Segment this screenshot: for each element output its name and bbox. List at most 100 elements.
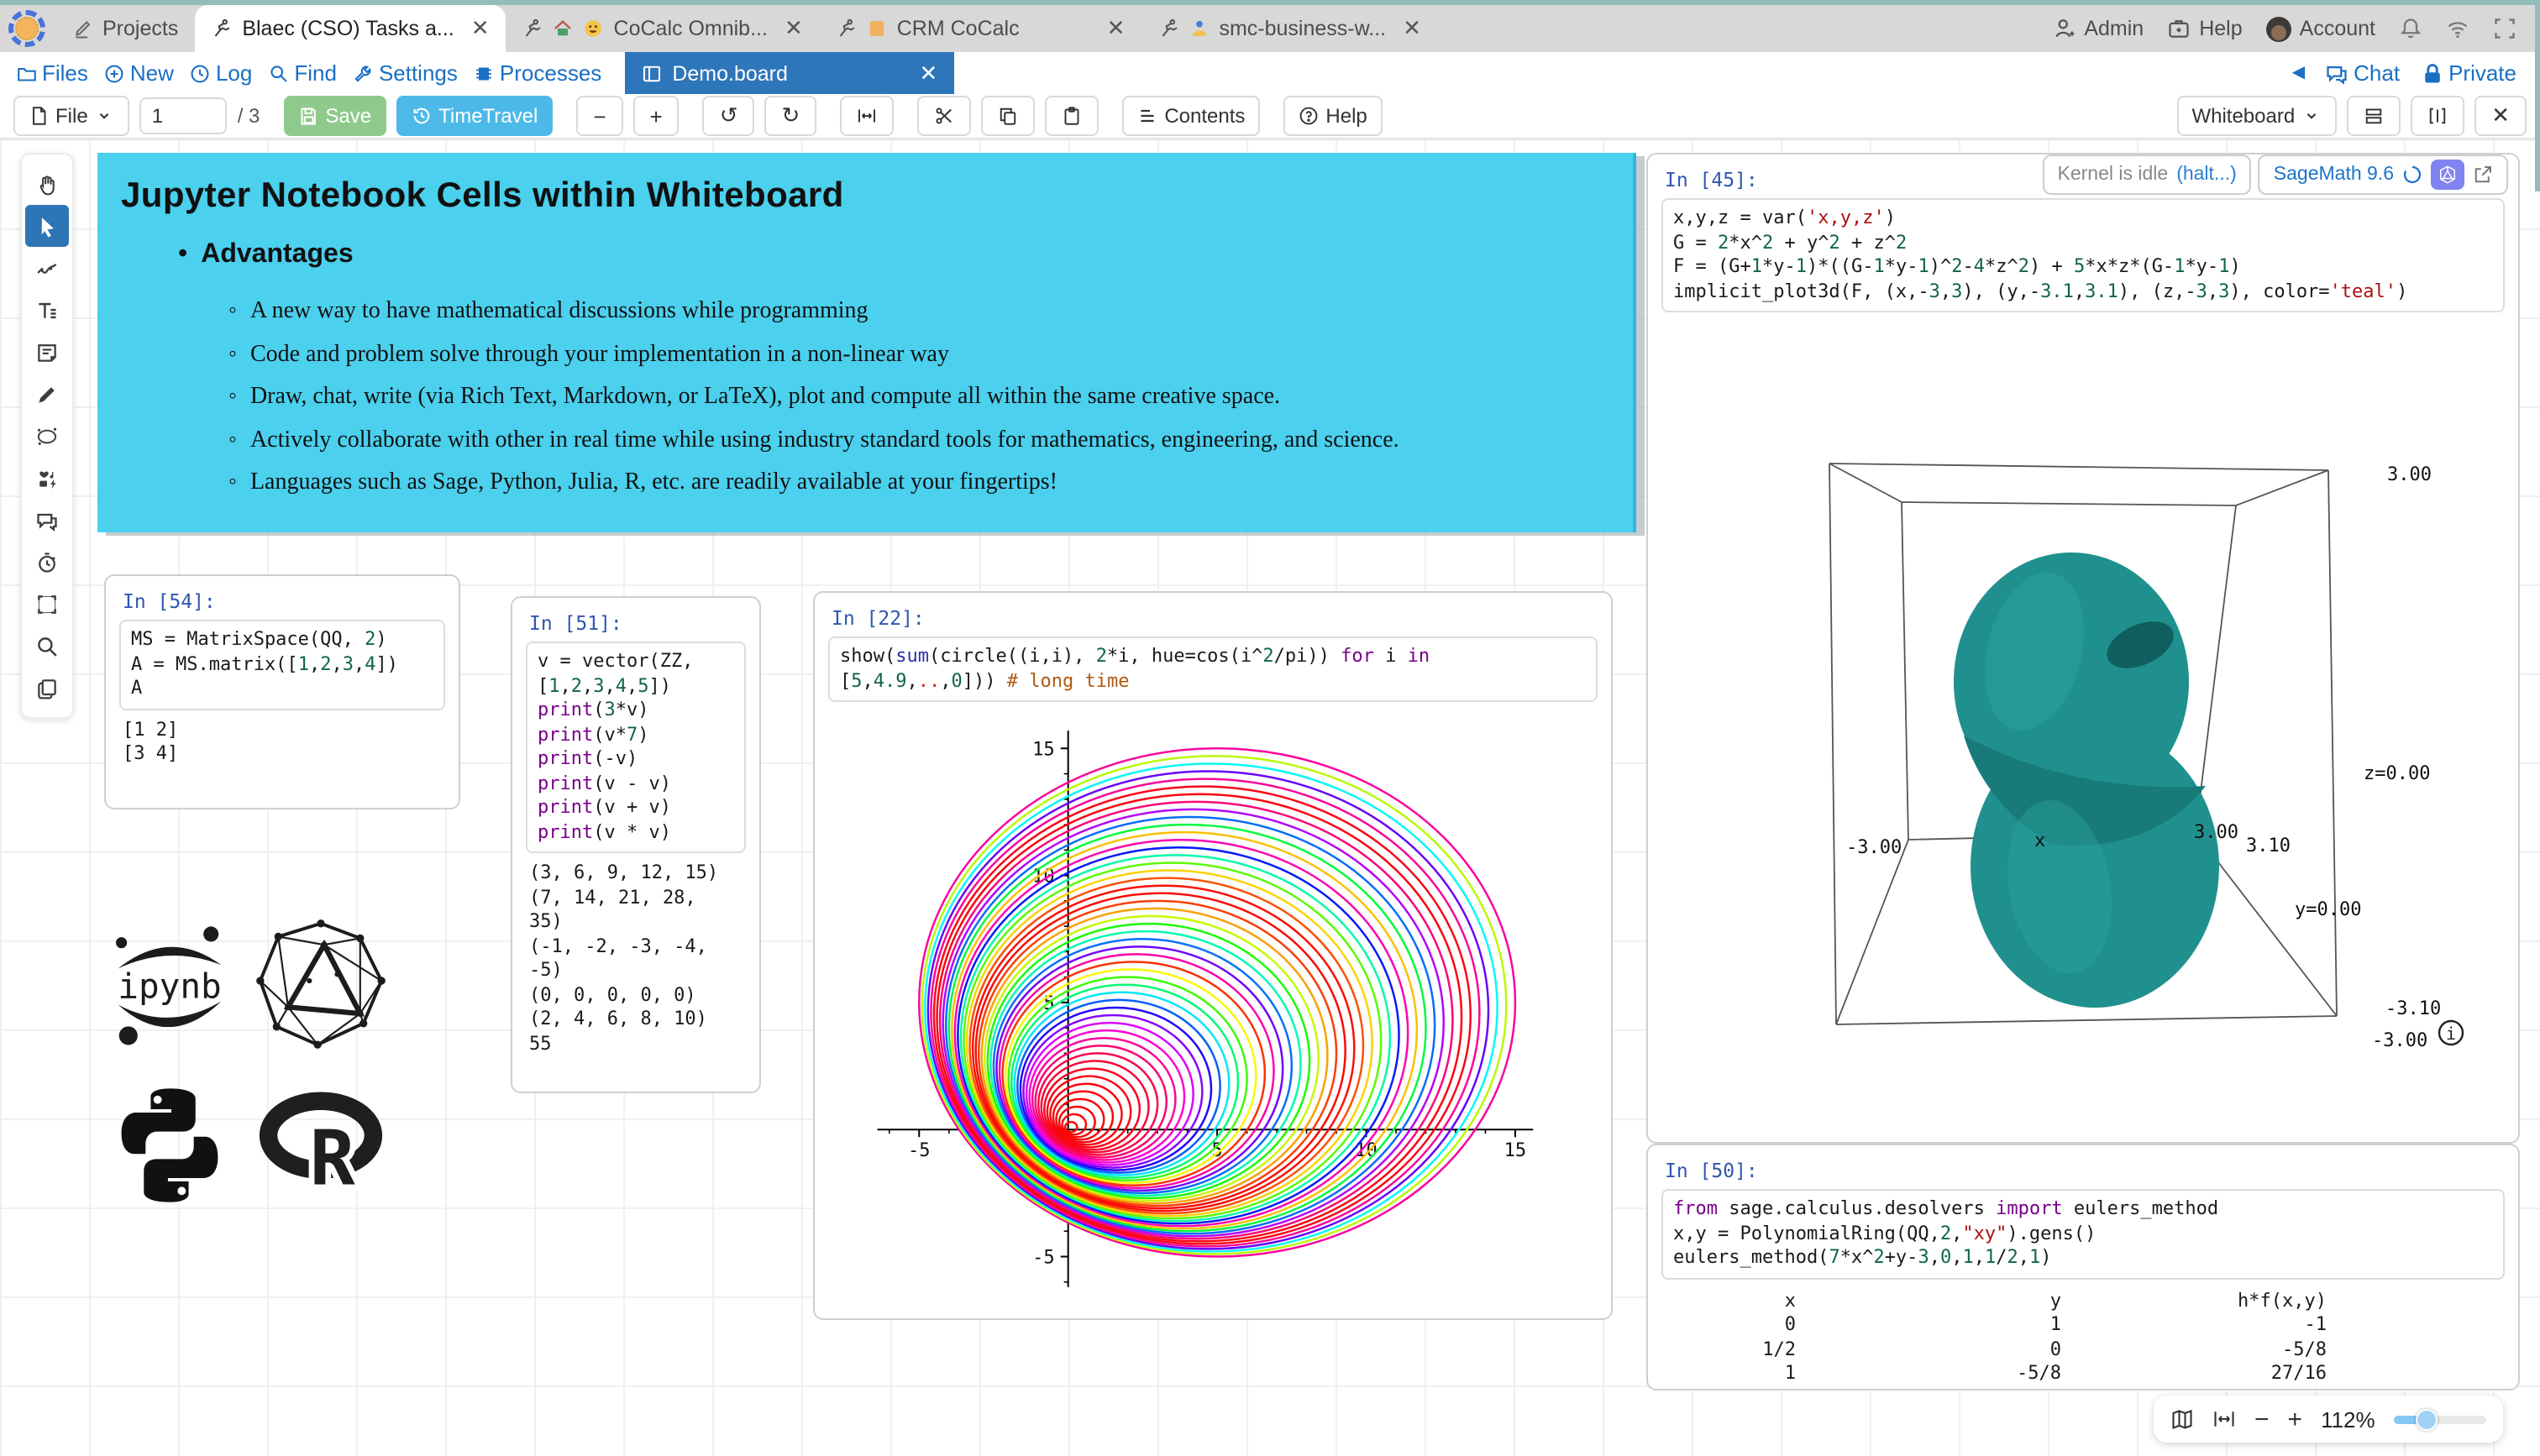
close-icon[interactable]: ✕ bbox=[1403, 15, 1421, 42]
fit-width-icon[interactable] bbox=[2212, 1407, 2236, 1431]
cell-in50[interactable]: In [50]: from sage.calculus.desolvers im… bbox=[1646, 1144, 2520, 1391]
code-input[interactable]: show(sum(circle((i,i), 2*i, hue=cos(i^2/… bbox=[828, 636, 1598, 702]
copy-button[interactable] bbox=[981, 96, 1035, 136]
file-tab-demo-board[interactable]: Demo.board ✕ bbox=[625, 52, 954, 94]
private-button[interactable]: Private bbox=[2420, 60, 2516, 86]
kernel-select[interactable]: SageMath 9.6 bbox=[2259, 155, 2508, 195]
tab-crm-cocalc[interactable]: CRM CoCalc ✕ bbox=[820, 5, 1142, 52]
cell-in54[interactable]: In [54]: MS = MatrixSpace(QQ, 2)A = MS.m… bbox=[104, 574, 460, 809]
zoom-slider[interactable] bbox=[2394, 1415, 2486, 1423]
close-icon[interactable]: ✕ bbox=[785, 15, 803, 42]
timetravel-button[interactable]: TimeTravel bbox=[396, 96, 553, 136]
contents-button[interactable]: Contents bbox=[1122, 96, 1260, 136]
frame-type-dropdown[interactable]: Whiteboard bbox=[2176, 96, 2337, 136]
clock-icon bbox=[191, 63, 211, 83]
code-input[interactable]: x,y,z = var('x,y,z')G = 2*x^2 + y^2 + z^… bbox=[1661, 198, 2505, 312]
admin-button[interactable]: Admin bbox=[2052, 17, 2144, 40]
undo-button[interactable]: ↺ bbox=[703, 96, 755, 136]
help-button-toolbar[interactable]: Help bbox=[1283, 96, 1382, 136]
nav-files[interactable]: Files bbox=[17, 60, 88, 86]
wrench-icon bbox=[354, 63, 374, 83]
nav-new[interactable]: New bbox=[105, 60, 174, 86]
code-input[interactable]: v = vector(ZZ,[1,2,3,4,5])print(3*v)prin… bbox=[526, 642, 746, 853]
spinner-icon bbox=[2402, 165, 2422, 185]
timer-tool[interactable] bbox=[25, 541, 69, 583]
copy-icon bbox=[998, 106, 1018, 126]
paste-button[interactable] bbox=[1045, 96, 1099, 136]
nav-processes[interactable]: Processes bbox=[475, 60, 601, 86]
page-number-input[interactable] bbox=[140, 97, 228, 134]
chat-button[interactable]: Chat bbox=[2325, 60, 2400, 86]
avatar bbox=[2266, 16, 2291, 41]
chat-tool[interactable] bbox=[25, 499, 69, 541]
info-icon[interactable]: i bbox=[2439, 1021, 2463, 1045]
frame-tool[interactable] bbox=[25, 583, 69, 625]
close-icon[interactable]: ✕ bbox=[1107, 15, 1126, 42]
polytope-logo[interactable] bbox=[255, 919, 386, 1050]
bell-icon[interactable] bbox=[2399, 17, 2422, 40]
tab-projects[interactable]: Projects bbox=[55, 5, 195, 52]
close-frame-button[interactable]: ✕ bbox=[2474, 96, 2527, 136]
cell-in51[interactable]: In [51]: v = vector(ZZ,[1,2,3,4,5])print… bbox=[511, 596, 761, 1093]
zoom-out-button[interactable]: − bbox=[576, 96, 622, 136]
code-input[interactable]: from sage.calculus.desolvers import eule… bbox=[1661, 1189, 2505, 1279]
tab-blaec-tasks[interactable]: Blaec (CSO) Tasks a... ✕ bbox=[195, 5, 506, 52]
nav-find[interactable]: Find bbox=[269, 60, 337, 86]
tab-cocalc-omnib[interactable]: CoCalc Omnib... ✕ bbox=[506, 5, 820, 52]
smiley-icon bbox=[584, 18, 604, 39]
redo-button[interactable]: ↻ bbox=[765, 96, 817, 136]
close-icon[interactable]: ✕ bbox=[920, 60, 938, 86]
halt-link[interactable]: (halt...) bbox=[2176, 165, 2237, 185]
external-link-icon[interactable] bbox=[2473, 165, 2493, 185]
whiteboard-canvas[interactable]: Jupyter Notebook Cells within Whiteboard… bbox=[0, 139, 2540, 1456]
pen-tool[interactable] bbox=[25, 373, 69, 415]
cell-in22[interactable]: In [22]: show(sum(circle((i,i), 2*i, hue… bbox=[813, 591, 1613, 1320]
select-tool[interactable] bbox=[25, 205, 69, 247]
kernel-bar: Kernel is idle (halt...) SageMath 9.6 bbox=[2043, 155, 2509, 195]
text-tool[interactable] bbox=[25, 289, 69, 331]
jupyter-cell-tool[interactable] bbox=[25, 415, 69, 457]
collapse-caret-icon[interactable]: ◀ bbox=[2292, 64, 2305, 82]
zoom-in-icon[interactable]: + bbox=[2288, 1405, 2303, 1433]
lock-icon bbox=[2420, 61, 2443, 85]
close-icon[interactable]: ✕ bbox=[471, 15, 490, 42]
cocalc-logo-icon[interactable] bbox=[8, 10, 45, 47]
account-button[interactable]: Account bbox=[2266, 16, 2375, 41]
split-horizontal-button[interactable] bbox=[2347, 96, 2401, 136]
python-logo[interactable] bbox=[101, 1076, 239, 1214]
zoom-out-icon[interactable]: − bbox=[2254, 1405, 2270, 1433]
topbar-right: Admin Help Account bbox=[2052, 5, 2540, 52]
zoom-in-button[interactable]: + bbox=[633, 96, 680, 136]
pages-tool[interactable] bbox=[25, 667, 69, 709]
pan-tool[interactable] bbox=[25, 163, 69, 205]
sticky-note[interactable]: Jupyter Notebook Cells within Whiteboard… bbox=[97, 153, 1636, 532]
file-menu-button[interactable]: File bbox=[13, 96, 130, 136]
note-tool[interactable] bbox=[25, 331, 69, 373]
search-tool[interactable] bbox=[25, 625, 69, 667]
cell-in45[interactable]: In [45]: Kernel is idle (halt...) SageMa… bbox=[1646, 153, 2520, 1144]
fullscreen-icon[interactable] bbox=[2493, 17, 2516, 40]
fit-width-button[interactable] bbox=[840, 96, 894, 136]
tab-smc-business[interactable]: smc-business-w... ✕ bbox=[1141, 5, 1438, 52]
notebook-icon bbox=[867, 18, 887, 39]
code-input[interactable]: MS = MatrixSpace(QQ, 2)A = MS.matrix([1,… bbox=[119, 620, 445, 710]
sage-icosahedron-button[interactable] bbox=[2431, 160, 2464, 190]
whiteboard-icon bbox=[642, 63, 662, 83]
cut-button[interactable] bbox=[917, 96, 971, 136]
nav-settings[interactable]: Settings bbox=[354, 60, 458, 86]
edge-tool[interactable] bbox=[25, 247, 69, 289]
plus-circle-icon bbox=[105, 63, 125, 83]
r-logo[interactable]: R bbox=[255, 1076, 386, 1207]
icons-tool[interactable] bbox=[25, 457, 69, 499]
note-title: Jupyter Notebook Cells within Whiteboard bbox=[121, 176, 1633, 217]
save-button[interactable]: Save bbox=[283, 96, 386, 136]
ipynb-logo[interactable]: ipynb bbox=[101, 919, 239, 1056]
history-clock-icon bbox=[412, 106, 432, 126]
help-button[interactable]: Help bbox=[2167, 17, 2242, 40]
nav-log[interactable]: Log bbox=[191, 60, 252, 86]
wifi-icon[interactable] bbox=[2446, 17, 2469, 40]
tab-label: CoCalc Omnib... bbox=[614, 17, 768, 40]
note-bullet-list: A new way to have mathematical discussio… bbox=[228, 291, 1633, 505]
map-icon[interactable] bbox=[2170, 1407, 2194, 1431]
split-vertical-button[interactable] bbox=[2411, 96, 2464, 136]
